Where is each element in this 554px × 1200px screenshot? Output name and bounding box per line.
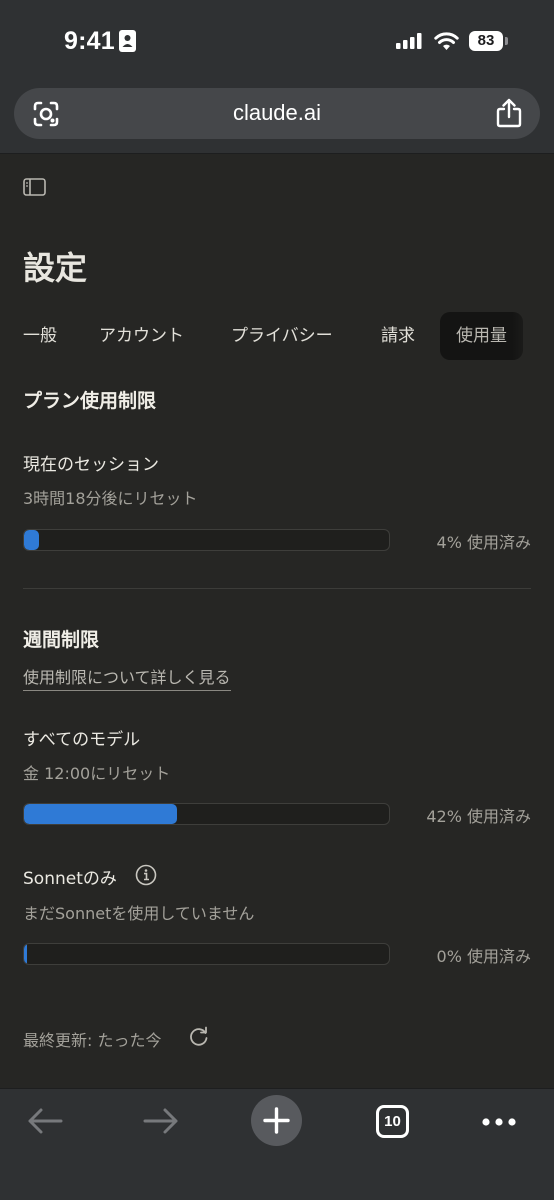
- status-bar: 9:41 83: [0, 0, 554, 82]
- battery-terminal: [505, 37, 508, 45]
- new-tab-button[interactable]: [251, 1095, 302, 1146]
- all-models-progress-fill: [24, 804, 178, 824]
- last-updated: 最終更新: たった今: [23, 1031, 162, 1050]
- tab-usage[interactable]: 使用量: [440, 312, 523, 360]
- all-models-reset: 金 12:00にリセット: [23, 764, 171, 783]
- sonnet-label: Sonnetのみ: [23, 869, 117, 889]
- browser-bottom-toolbar: 10: [0, 1088, 554, 1200]
- learn-more-link[interactable]: 使用制限について詳しく見る: [23, 664, 231, 691]
- sonnet-status: まだSonnetを使用していません: [23, 904, 255, 923]
- sonnet-progress-fill: [24, 944, 27, 964]
- tab-account[interactable]: アカウント: [99, 312, 184, 360]
- sidebar-toggle-icon[interactable]: [23, 178, 46, 196]
- plan-limits-heading: プラン使用制限: [23, 390, 157, 412]
- tab-billing[interactable]: 請求: [381, 312, 415, 360]
- settings-tabs: 一般 アカウント プライバシー 請求 使用量: [0, 312, 554, 360]
- weekly-limits-heading: 週間制限: [23, 629, 100, 651]
- all-models-label: すべてのモデル: [23, 730, 141, 750]
- tab-switcher-button[interactable]: 10: [376, 1105, 409, 1138]
- url-text[interactable]: claude.ai: [14, 100, 540, 126]
- browser-top-chrome: 9:41 83 claude.ai: [0, 0, 554, 154]
- tab-general[interactable]: 一般: [23, 312, 57, 360]
- tabs-scroll-fade: [512, 312, 554, 360]
- all-models-progress-bar: [23, 803, 390, 825]
- current-session-label: 現在のセッション: [23, 455, 159, 475]
- back-arrow-icon[interactable]: [27, 1107, 63, 1135]
- wifi-icon: [434, 32, 459, 50]
- focus-id-icon: [119, 30, 136, 52]
- cellular-signal-icon: [396, 33, 422, 49]
- current-session-percent: 4% 使用済み: [436, 533, 531, 552]
- all-models-percent: 42% 使用済み: [426, 807, 531, 826]
- status-time: 9:41: [64, 27, 115, 55]
- refresh-icon[interactable]: [188, 1026, 210, 1048]
- current-session-progress-bar: [23, 529, 390, 551]
- info-icon[interactable]: [135, 864, 157, 886]
- forward-arrow-icon[interactable]: [143, 1107, 179, 1135]
- more-dots-icon[interactable]: [482, 1118, 516, 1126]
- page-title: 設定: [23, 249, 88, 287]
- current-session-progress-fill: [24, 530, 39, 550]
- plus-icon: [263, 1107, 290, 1134]
- tab-privacy[interactable]: プライバシー: [231, 312, 333, 360]
- share-icon[interactable]: [496, 98, 522, 128]
- sonnet-progress-bar: [23, 943, 390, 965]
- section-divider: [23, 588, 531, 589]
- current-session-reset: 3時間18分後にリセット: [23, 489, 198, 508]
- battery-level: 83: [469, 31, 503, 51]
- sonnet-percent: 0% 使用済み: [436, 947, 531, 966]
- url-bar[interactable]: claude.ai: [14, 88, 540, 139]
